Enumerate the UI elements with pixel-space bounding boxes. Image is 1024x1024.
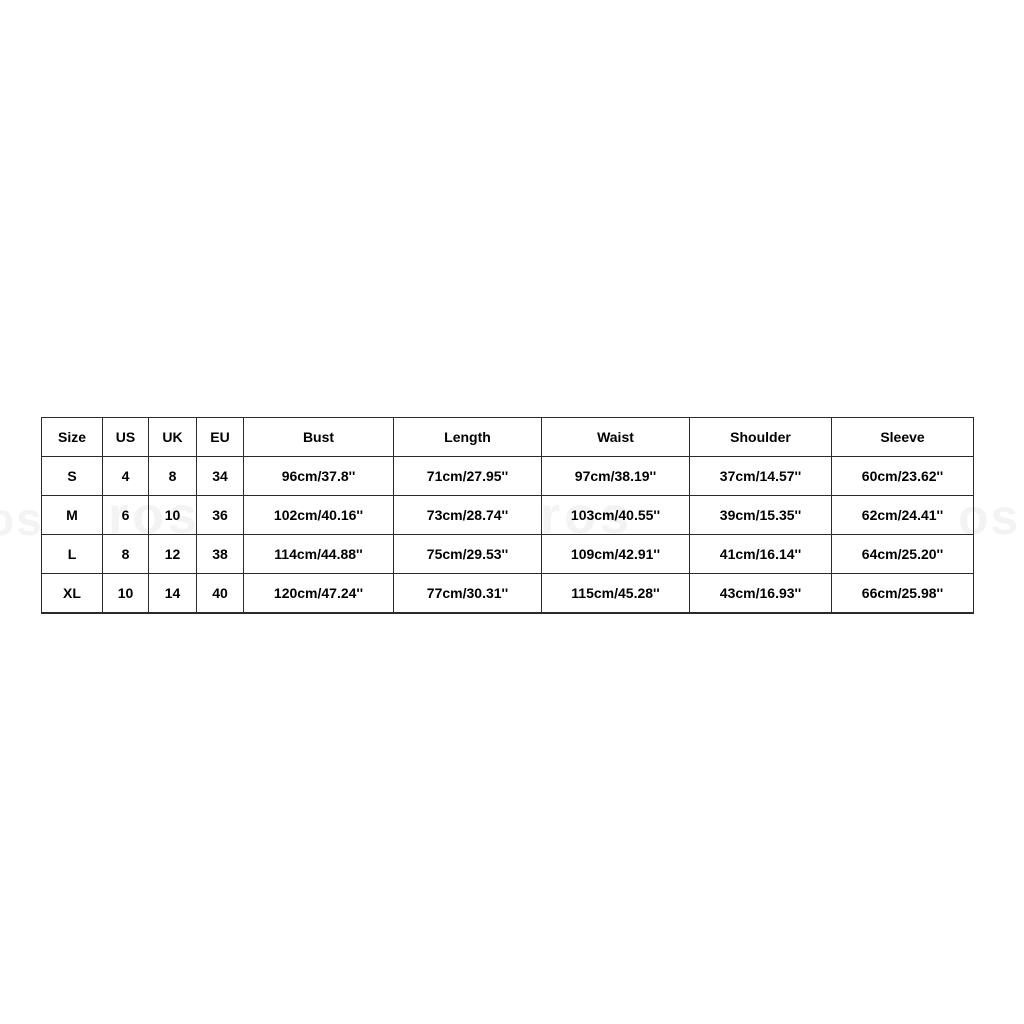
cell-bust: 114cm/44.88'' [243, 534, 394, 574]
cell-length: 77cm/30.31'' [393, 573, 542, 614]
column-header-length: Length [393, 417, 542, 457]
cell-waist: 97cm/38.19'' [541, 456, 690, 496]
cell-us: 8 [102, 534, 149, 574]
cell-sleeve: 66cm/25.98'' [831, 573, 974, 614]
cell-us: 6 [102, 495, 149, 535]
cell-sleeve: 62cm/24.41'' [831, 495, 974, 535]
table-row: XL 10 14 40 120cm/47.24'' 77cm/30.31'' 1… [41, 573, 974, 614]
table-row: L 8 12 38 114cm/44.88'' 75cm/29.53'' 109… [41, 534, 974, 574]
cell-eu: 40 [196, 573, 244, 614]
cell-size: M [41, 495, 103, 535]
column-header-eu: EU [196, 417, 244, 457]
column-header-us: US [102, 417, 149, 457]
cell-length: 73cm/28.74'' [393, 495, 542, 535]
column-header-shoulder: Shoulder [689, 417, 832, 457]
column-header-bust: Bust [243, 417, 394, 457]
cell-length: 75cm/29.53'' [393, 534, 542, 574]
table-header-row: Size US UK EU Bust Length Waist Shoulder… [41, 417, 974, 457]
cell-bust: 96cm/37.8'' [243, 456, 394, 496]
cell-shoulder: 37cm/14.57'' [689, 456, 832, 496]
cell-us: 4 [102, 456, 149, 496]
cell-us: 10 [102, 573, 149, 614]
size-chart-container: Size US UK EU Bust Length Waist Shoulder… [41, 417, 974, 614]
cell-shoulder: 43cm/16.93'' [689, 573, 832, 614]
cell-size: XL [41, 573, 103, 614]
cell-eu: 34 [196, 456, 244, 496]
cell-sleeve: 64cm/25.20'' [831, 534, 974, 574]
table-row: S 4 8 34 96cm/37.8'' 71cm/27.95'' 97cm/3… [41, 456, 974, 496]
cell-uk: 10 [148, 495, 197, 535]
cell-bust: 102cm/40.16'' [243, 495, 394, 535]
cell-size: L [41, 534, 103, 574]
cell-waist: 103cm/40.55'' [541, 495, 690, 535]
size-chart-table: Size US UK EU Bust Length Waist Shoulder… [41, 417, 974, 614]
cell-waist: 109cm/42.91'' [541, 534, 690, 574]
cell-eu: 38 [196, 534, 244, 574]
cell-uk: 14 [148, 573, 197, 614]
cell-shoulder: 41cm/16.14'' [689, 534, 832, 574]
column-header-size: Size [41, 417, 103, 457]
watermark-fragment-left: os [0, 493, 44, 545]
column-header-sleeve: Sleeve [831, 417, 974, 457]
cell-shoulder: 39cm/15.35'' [689, 495, 832, 535]
cell-bust: 120cm/47.24'' [243, 573, 394, 614]
cell-waist: 115cm/45.28'' [541, 573, 690, 614]
cell-size: S [41, 456, 103, 496]
cell-sleeve: 60cm/23.62'' [831, 456, 974, 496]
table-row: M 6 10 36 102cm/40.16'' 73cm/28.74'' 103… [41, 495, 974, 535]
column-header-waist: Waist [541, 417, 690, 457]
cell-length: 71cm/27.95'' [393, 456, 542, 496]
cell-eu: 36 [196, 495, 244, 535]
column-header-uk: UK [148, 417, 197, 457]
cell-uk: 12 [148, 534, 197, 574]
cell-uk: 8 [148, 456, 197, 496]
